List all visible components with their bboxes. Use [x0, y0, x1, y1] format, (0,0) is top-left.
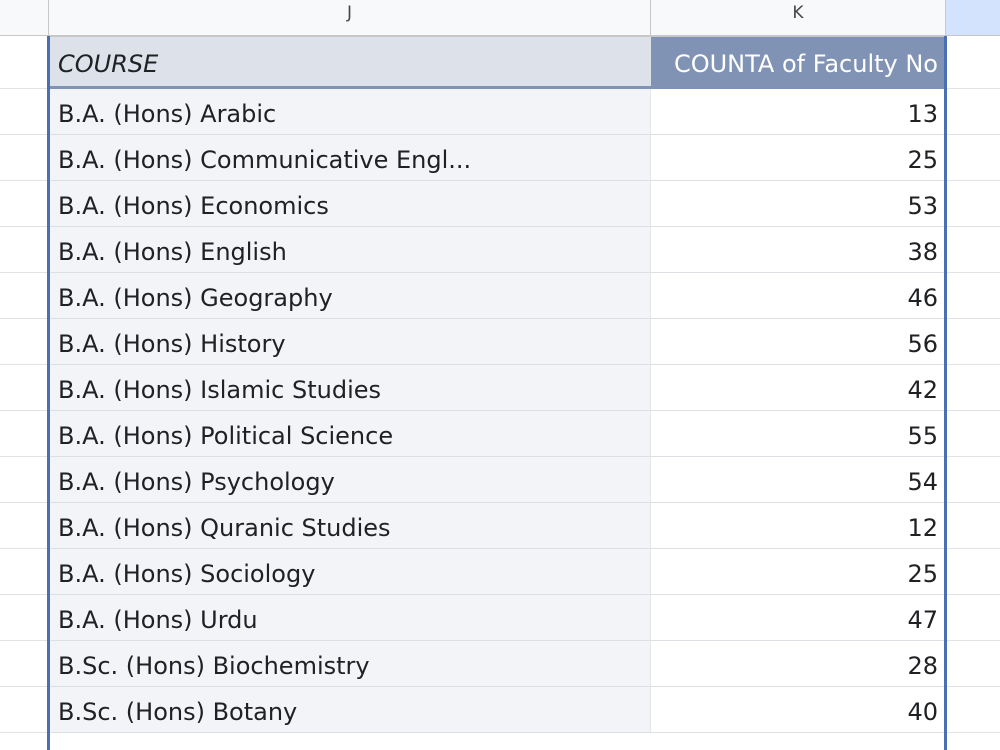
pivot-row: B.A. (Hons) Communicative Engl... 25	[50, 135, 944, 181]
pivot-row: B.A. (Hons) History 56	[50, 319, 944, 365]
pivot-cell-count[interactable]: 55	[651, 411, 944, 456]
pivot-cell-course[interactable]: B.A. (Hons) History	[50, 319, 651, 364]
gridline	[947, 180, 1000, 181]
pivot-table[interactable]: COURSE COUNTA of Faculty No B.A. (Hons) …	[47, 36, 947, 750]
gridline	[947, 272, 1000, 273]
pivot-header-course[interactable]: COURSE	[50, 37, 651, 86]
gridline	[0, 456, 48, 457]
pivot-row: B.A. (Hons) Geography 46	[50, 273, 944, 319]
spreadsheet-grid: J K COURSE COUNTA of Faculty No B.A. (Ho…	[0, 0, 1000, 750]
gridline	[947, 594, 1000, 595]
column-header-l[interactable]	[946, 0, 1000, 35]
gridline	[0, 594, 48, 595]
pivot-cell-course[interactable]: B.A. (Hons) Psychology	[50, 457, 651, 502]
pivot-cell-count[interactable]: 47	[651, 595, 944, 640]
gridline	[947, 686, 1000, 687]
pivot-row: B.A. (Hons) Quranic Studies 12	[50, 503, 944, 549]
pivot-cell-course[interactable]: B.A. (Hons) Islamic Studies	[50, 365, 651, 410]
gridline	[0, 732, 48, 733]
pivot-cell-count[interactable]: 25	[651, 549, 944, 594]
pivot-cell-count[interactable]: 40	[651, 687, 944, 732]
gridline	[0, 410, 48, 411]
pivot-cell-count[interactable]: 53	[651, 181, 944, 226]
gridline	[0, 502, 48, 503]
gridline	[0, 134, 48, 135]
pivot-cell-course[interactable]: B.A. (Hons) Political Science	[50, 411, 651, 456]
pivot-cell-course[interactable]: B.A. (Hons) Arabic	[50, 89, 651, 134]
select-all-corner[interactable]	[0, 0, 49, 35]
pivot-row: B.Sc. (Hons) Botany 40	[50, 687, 944, 733]
pivot-cell-course[interactable]: B.A. (Hons) Quranic Studies	[50, 503, 651, 548]
column-header-bar: J K	[0, 0, 1000, 36]
pivot-cell-count[interactable]: 12	[651, 503, 944, 548]
gridline	[0, 318, 48, 319]
pivot-row: B.A. (Hons) Islamic Studies 42	[50, 365, 944, 411]
gridline	[947, 134, 1000, 135]
pivot-cell-course[interactable]: B.A. (Hons) Communicative Engl...	[50, 135, 651, 180]
gridline	[0, 272, 48, 273]
pivot-cell-course[interactable]: B.A. (Hons) Sociology	[50, 549, 651, 594]
pivot-cell-course[interactable]: B.Sc. (Hons) Biochemistry	[50, 641, 651, 686]
gridline	[947, 640, 1000, 641]
pivot-header-count[interactable]: COUNTA of Faculty No	[651, 37, 944, 86]
pivot-cell-count[interactable]: 42	[651, 365, 944, 410]
pivot-cell-course[interactable]: B.A. (Hons) Economics	[50, 181, 651, 226]
gridline	[947, 226, 1000, 227]
pivot-cell-count[interactable]: 56	[651, 319, 944, 364]
gridline	[947, 88, 1000, 89]
gridline	[947, 364, 1000, 365]
pivot-row: B.A. (Hons) Political Science 55	[50, 411, 944, 457]
gridline	[947, 732, 1000, 733]
column-l-cells[interactable]	[947, 36, 1000, 750]
pivot-cell-count[interactable]: 13	[651, 89, 944, 134]
pivot-cell-course[interactable]: B.A. (Hons) Geography	[50, 273, 651, 318]
gridline	[0, 226, 48, 227]
gridline	[947, 318, 1000, 319]
gridline	[0, 640, 48, 641]
pivot-row: B.A. (Hons) English 38	[50, 227, 944, 273]
pivot-cell-course[interactable]: B.A. (Hons) Urdu	[50, 595, 651, 640]
pivot-row: B.A. (Hons) Urdu 47	[50, 595, 944, 641]
gridline	[947, 502, 1000, 503]
pivot-row: B.A. (Hons) Sociology 25	[50, 549, 944, 595]
pivot-row: B.A. (Hons) Arabic 13	[50, 89, 944, 135]
pivot-cell-count[interactable]: 54	[651, 457, 944, 502]
column-header-j[interactable]: J	[49, 0, 651, 35]
gridline	[0, 180, 48, 181]
gridline	[947, 456, 1000, 457]
gridline	[947, 410, 1000, 411]
row-header-column[interactable]	[0, 36, 49, 750]
pivot-cell-course[interactable]: B.Sc. (Hons) Botany	[50, 687, 651, 732]
gridline	[0, 548, 48, 549]
column-header-k[interactable]: K	[651, 0, 946, 35]
pivot-rows: B.A. (Hons) Arabic 13 B.A. (Hons) Communic…	[50, 89, 944, 733]
gridline	[0, 686, 48, 687]
pivot-row: B.Sc. (Hons) Biochemistry 28	[50, 641, 944, 687]
pivot-row: B.A. (Hons) Economics 53	[50, 181, 944, 227]
gridline	[0, 88, 48, 89]
pivot-cell-count[interactable]: 46	[651, 273, 944, 318]
pivot-cell-count[interactable]: 28	[651, 641, 944, 686]
pivot-header-row: COURSE COUNTA of Faculty No	[50, 36, 944, 89]
gridline	[0, 364, 48, 365]
gridline	[947, 548, 1000, 549]
pivot-cell-course[interactable]: B.A. (Hons) English	[50, 227, 651, 272]
pivot-cell-count[interactable]: 38	[651, 227, 944, 272]
pivot-row: B.A. (Hons) Psychology 54	[50, 457, 944, 503]
pivot-cell-count[interactable]: 25	[651, 135, 944, 180]
